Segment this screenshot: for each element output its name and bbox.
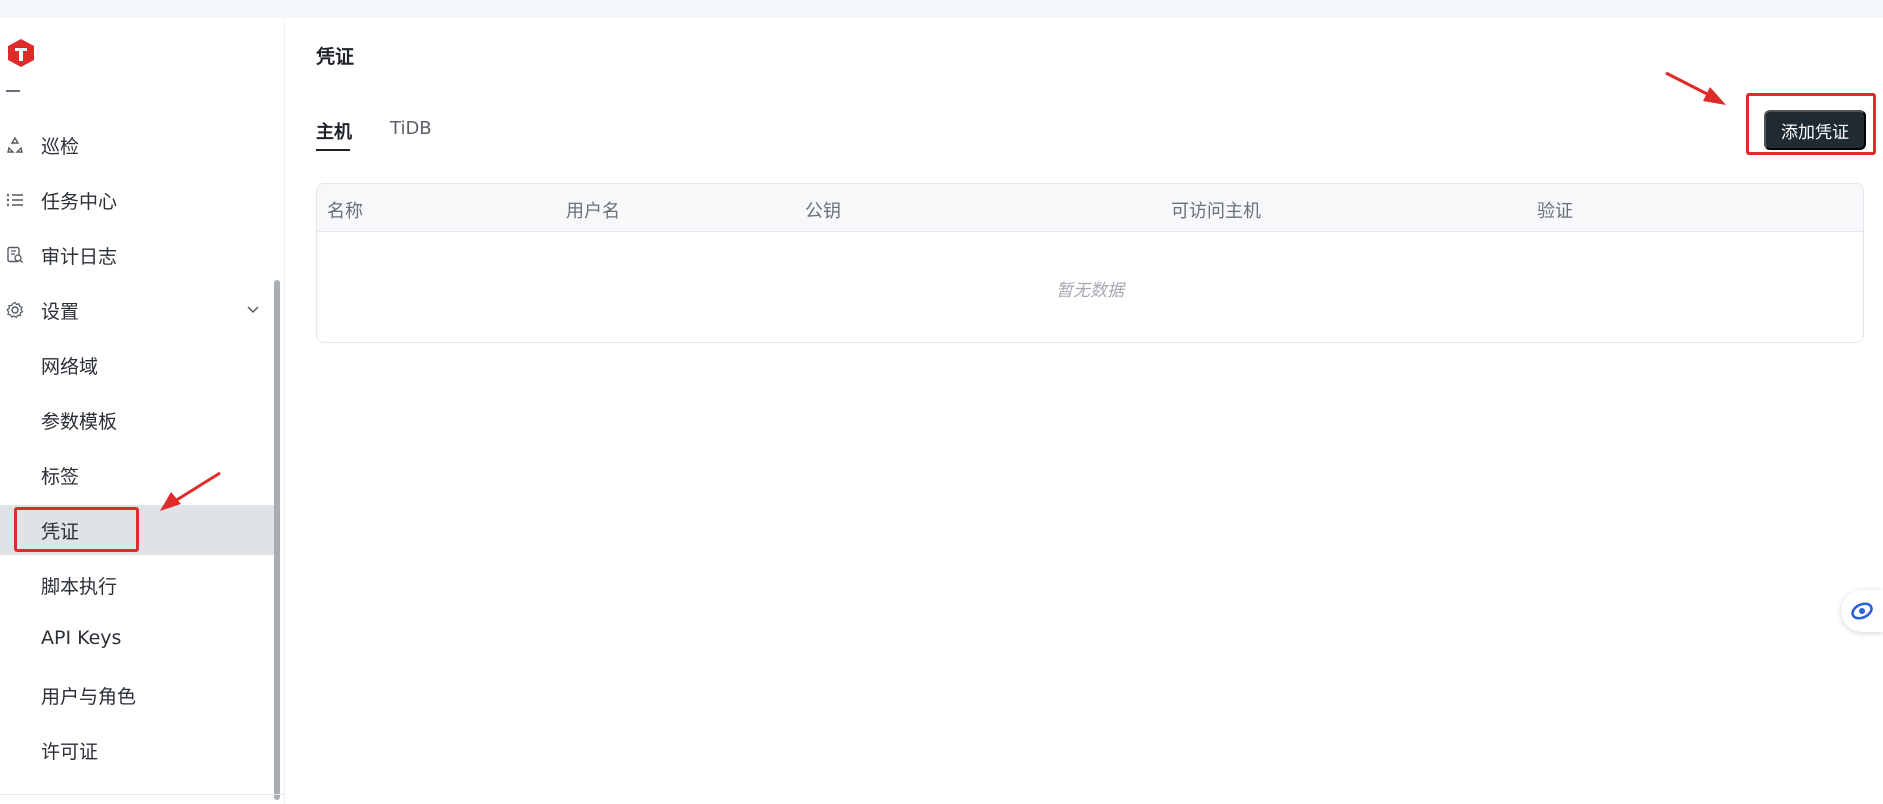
annotation-arrows (160, 71, 1726, 511)
assistant-icon (1851, 602, 1873, 620)
arrow-to-credentials-menu (160, 471, 221, 511)
arrow-to-add-button (1665, 71, 1726, 105)
floating-assistant-button[interactable] (1841, 590, 1883, 632)
